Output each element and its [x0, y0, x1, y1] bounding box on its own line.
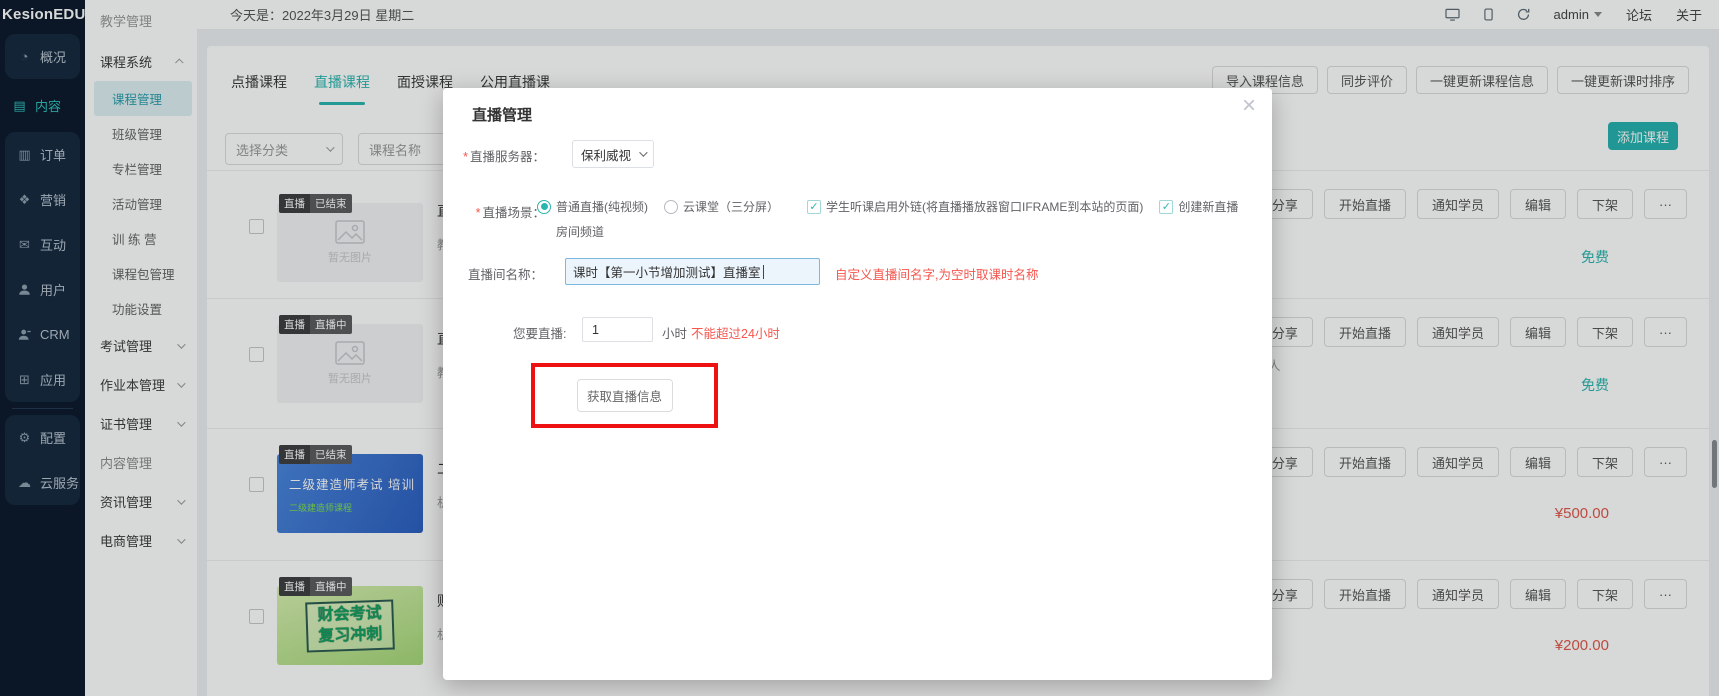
duration-label: 您要直播: [513, 323, 573, 342]
duration-input[interactable]: 1 [582, 317, 653, 342]
scene-options: 普通直播(纯视频) 云课堂（三分屏） ✓ 学生听课启用外链(将直播播放器窗口IF… [537, 198, 1238, 215]
radio-normal-live[interactable]: 普通直播(纯视频) [537, 198, 648, 215]
room-channel-text: 房间频道 [556, 223, 604, 240]
server-label: *直播服务器： [443, 146, 545, 165]
text-cursor [763, 265, 764, 279]
checkbox-create-new-live[interactable]: ✓ 创建新直播 [1159, 198, 1238, 215]
server-select-value: 保利威视 [581, 145, 631, 164]
annotation-highlight-rect: 获取直播信息 [531, 363, 718, 428]
live-management-modal: 直播管理 × *直播服务器： 保利威视 *直播场景： 普通直播(纯视频) 云课堂… [443, 88, 1272, 680]
server-select[interactable]: 保利威视 [572, 140, 654, 168]
duration-value: 1 [592, 323, 599, 337]
room-name-input[interactable]: 课时【第一小节增加测试】直播室 [565, 258, 820, 285]
duration-warning: 不能超过24小时 [691, 323, 780, 342]
radio-selected-icon [537, 200, 551, 214]
room-name-value: 课时【第一小节增加测试】直播室 [573, 262, 761, 281]
checkbox-checked-icon: ✓ [807, 200, 821, 214]
close-icon[interactable]: × [1242, 94, 1256, 118]
scene-label: *直播场景： [443, 202, 545, 221]
checkbox-checked-icon: ✓ [1159, 200, 1173, 214]
radio-cloud-classroom[interactable]: 云课堂（三分屏） [664, 198, 779, 215]
room-name-hint: 自定义直播间名字,为空时取课时名称 [835, 264, 1038, 283]
modal-title: 直播管理 [472, 104, 532, 125]
scrollbar[interactable] [1712, 440, 1717, 488]
radio-icon [664, 200, 678, 214]
checkbox-external-link[interactable]: ✓ 学生听课启用外链(将直播播放器窗口IFRAME到本站的页面) [807, 198, 1143, 215]
chevron-down-icon [639, 148, 647, 156]
duration-unit: 小时 [662, 323, 687, 342]
room-name-label: 直播间名称： [443, 264, 543, 283]
fetch-live-info-button[interactable]: 获取直播信息 [577, 379, 673, 412]
